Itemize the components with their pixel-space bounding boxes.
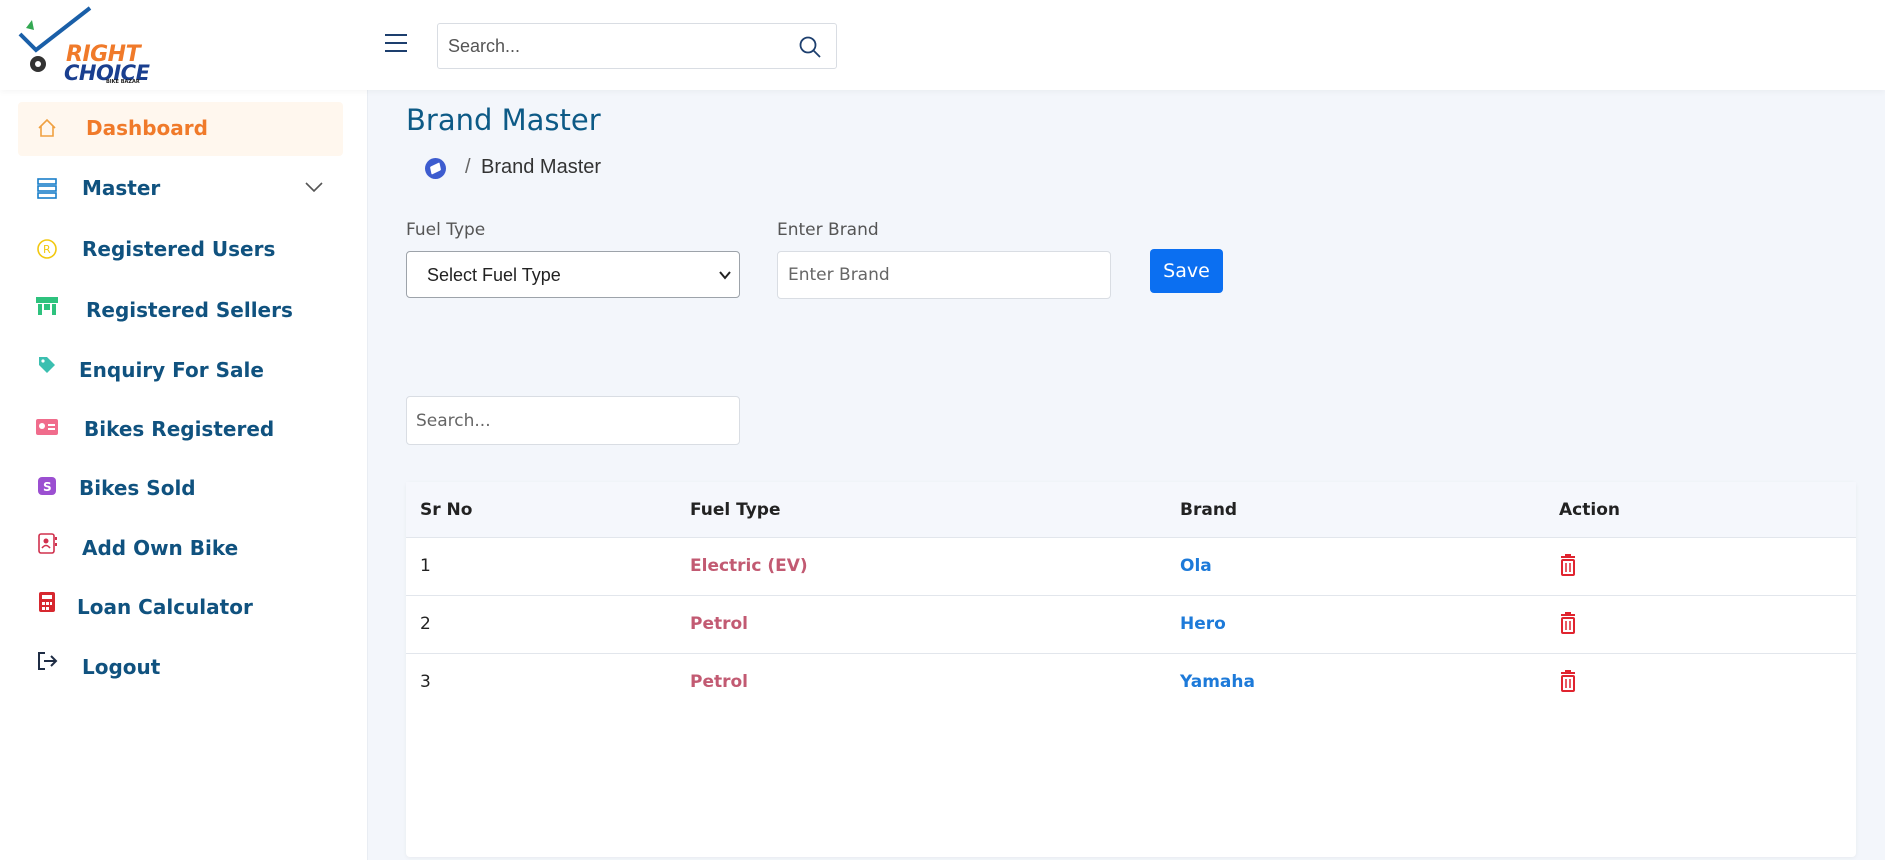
sidebar-item-label: Registered Users: [82, 237, 276, 261]
svg-text:R: R: [43, 243, 51, 256]
cell-sr-no: 2: [420, 614, 431, 634]
sidebar-item-registered-sellers[interactable]: Registered Sellers: [18, 284, 343, 338]
search-icon[interactable]: [798, 35, 822, 59]
logout-icon: [34, 648, 60, 674]
sidebar-item-dashboard[interactable]: Dashboard: [18, 102, 343, 156]
calculator-icon: [34, 589, 60, 615]
table-search-input[interactable]: [406, 396, 740, 445]
fuel-type-label: Fuel Type: [406, 220, 486, 240]
sidebar: Dashboard Master R Registered Users Regi…: [0, 90, 368, 860]
sidebar-item-logout[interactable]: Logout: [18, 641, 343, 695]
home-icon: [34, 115, 60, 141]
cell-brand: Yamaha: [1180, 672, 1255, 692]
sidebar-item-enquiry-for-sale[interactable]: Enquiry For Sale: [18, 344, 343, 398]
compass-icon[interactable]: [425, 158, 446, 179]
page-title: Brand Master: [406, 103, 601, 137]
tag-icon: [34, 352, 60, 378]
sidebar-item-label: Add Own Bike: [82, 536, 239, 560]
breadcrumb-current: Brand Master: [481, 156, 602, 178]
column-header-sr-no: Sr No: [420, 500, 473, 520]
save-button[interactable]: Save: [1150, 249, 1223, 293]
top-header: RIGHT CHOICE BIKE BAZAR: [0, 0, 1885, 90]
fuel-type-selected-value: Select Fuel Type: [427, 265, 561, 285]
cell-fuel-type: Petrol: [690, 672, 749, 692]
chevron-down-icon[interactable]: [303, 179, 325, 195]
table-row: 3 Petrol Yamaha: [406, 654, 1856, 712]
sidebar-item-label: Loan Calculator: [77, 595, 253, 619]
trash-icon[interactable]: [1558, 554, 1578, 576]
server-icon: [34, 175, 60, 201]
table-row: 2 Petrol Hero: [406, 596, 1856, 654]
sidebar-item-master[interactable]: Master: [18, 162, 343, 216]
hamburger-menu-icon[interactable]: [383, 32, 409, 54]
column-header-brand: Brand: [1180, 500, 1238, 520]
column-header-fuel-type: Fuel Type: [690, 500, 781, 520]
sidebar-item-label: Registered Sellers: [86, 298, 293, 322]
table-row: 1 Electric (EV) Ola: [406, 538, 1856, 596]
shop-icon: [34, 294, 60, 320]
fuel-type-select[interactable]: Select Fuel Type: [406, 251, 740, 298]
dollar-badge-icon: S: [34, 473, 60, 499]
cell-sr-no: 3: [420, 672, 431, 692]
sidebar-item-bikes-sold[interactable]: S Bikes Sold: [18, 462, 343, 516]
sidebar-item-label: Master: [82, 176, 161, 200]
table-header: Sr No Fuel Type Brand Action: [406, 482, 1856, 538]
header-search-input[interactable]: [438, 24, 778, 68]
sidebar-item-label: Dashboard: [86, 116, 208, 140]
cell-brand: Ola: [1180, 556, 1212, 576]
column-header-action: Action: [1559, 500, 1620, 520]
trash-icon[interactable]: [1558, 670, 1578, 692]
cell-fuel-type: Petrol: [690, 614, 749, 634]
cell-brand: Hero: [1180, 614, 1226, 634]
sidebar-item-label: Enquiry For Sale: [79, 358, 264, 382]
brand-input[interactable]: [777, 251, 1111, 299]
cell-sr-no: 1: [420, 556, 431, 576]
registered-icon: R: [34, 236, 60, 262]
sidebar-item-label: Logout: [82, 655, 161, 679]
sidebar-item-loan-calculator[interactable]: Loan Calculator: [18, 581, 343, 635]
contact-book-icon: [34, 531, 60, 557]
brand-logo[interactable]: RIGHT CHOICE BIKE BAZAR: [16, 6, 150, 85]
chevron-down-icon: [719, 271, 731, 280]
sidebar-item-bikes-registered[interactable]: Bikes Registered: [18, 403, 343, 457]
breadcrumb-separator: /: [465, 156, 471, 178]
brand-table: Sr No Fuel Type Brand Action 1 Electric …: [406, 482, 1856, 857]
cell-fuel-type: Electric (EV): [690, 556, 808, 576]
brand-label: Enter Brand: [777, 220, 879, 240]
sidebar-item-registered-users[interactable]: R Registered Users: [18, 223, 343, 277]
sidebar-item-label: Bikes Sold: [79, 476, 196, 500]
sidebar-item-label: Bikes Registered: [84, 417, 275, 441]
id-card-icon: [34, 414, 60, 440]
svg-text:S: S: [43, 480, 52, 494]
logo-tagline: BIKE BAZAR: [106, 79, 140, 85]
trash-icon[interactable]: [1558, 612, 1578, 634]
header-search-box: [437, 23, 837, 69]
sidebar-item-add-own-bike[interactable]: Add Own Bike: [18, 522, 343, 576]
